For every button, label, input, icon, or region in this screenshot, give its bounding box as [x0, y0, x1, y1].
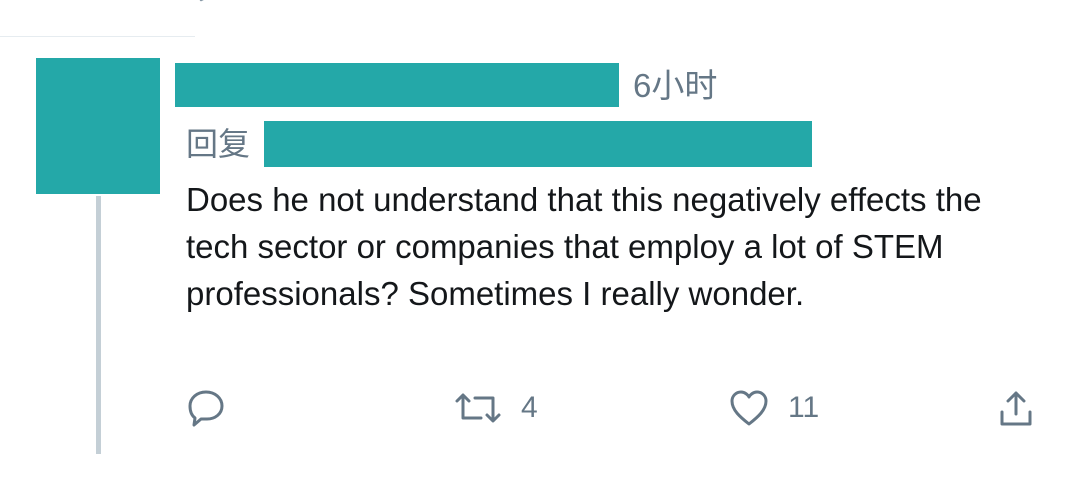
thread-line: [96, 196, 101, 454]
share-icon: [1000, 391, 1032, 426]
retweet-icon: [455, 393, 501, 423]
previous-tweet-action-icon[interactable]: [195, 0, 229, 12]
reply-to-label: 回复: [186, 126, 251, 162]
retweet-count: 4: [521, 391, 538, 424]
reply-button[interactable]: [186, 388, 226, 428]
like-count: 11: [788, 391, 820, 424]
tweet-timestamp[interactable]: 6小时: [633, 64, 717, 108]
retweet-button[interactable]: 4: [453, 388, 538, 428]
heart-icon: [730, 390, 768, 426]
user-name-redacted[interactable]: [175, 63, 619, 107]
like-button[interactable]: 11: [728, 388, 819, 428]
reply-to-user-redacted[interactable]: [264, 121, 812, 167]
tweet-divider: [0, 36, 195, 37]
tweet-text: Does he not understand that this negativ…: [186, 181, 982, 312]
reply-icon: [188, 390, 224, 427]
share-button[interactable]: [996, 388, 1036, 428]
avatar[interactable]: [36, 58, 160, 194]
